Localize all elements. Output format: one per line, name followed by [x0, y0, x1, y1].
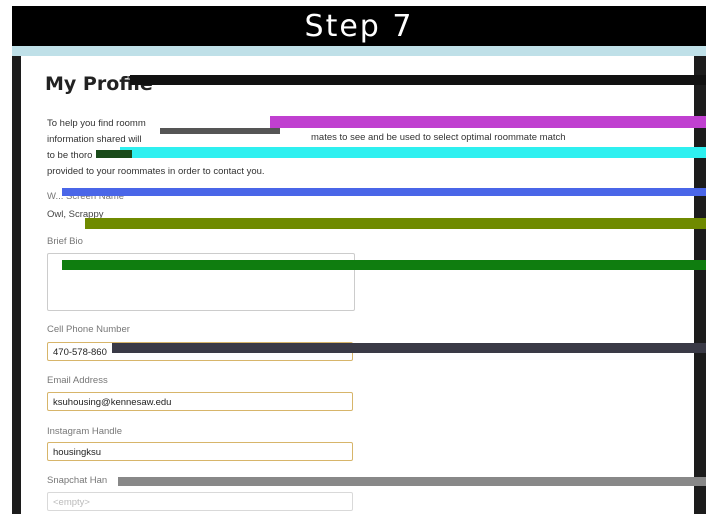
redaction-bar	[118, 477, 706, 486]
intro-fragment: mates to see and be used to select optim…	[311, 132, 566, 143]
instagram-field[interactable]: housingksu	[47, 442, 353, 461]
redaction-bar	[85, 218, 706, 229]
step-title: Step 7	[304, 8, 414, 44]
redaction-bar	[270, 116, 706, 128]
email-field[interactable]: ksuhousing@kennesaw.edu	[47, 392, 353, 411]
window-frame-left	[12, 56, 21, 514]
bio-label: Brief Bio	[47, 236, 83, 247]
header-band	[12, 46, 706, 56]
email-label: Email Address	[47, 375, 108, 386]
redaction-bar	[96, 150, 132, 158]
phone-label: Cell Phone Number	[47, 324, 130, 335]
snapchat-field[interactable]: <empty>	[47, 492, 353, 511]
intro-line: provided to your roommates in order to c…	[47, 166, 265, 177]
redaction-bar	[130, 75, 706, 85]
redaction-bar	[112, 343, 706, 353]
redaction-bar	[62, 260, 706, 270]
snapchat-label: Snapchat Han	[47, 475, 108, 486]
redaction-bar	[160, 128, 280, 134]
instagram-label: Instagram Handle	[47, 426, 122, 437]
redaction-bar	[62, 188, 706, 196]
step-banner: Step 7	[12, 6, 706, 46]
redaction-bar	[120, 147, 706, 158]
